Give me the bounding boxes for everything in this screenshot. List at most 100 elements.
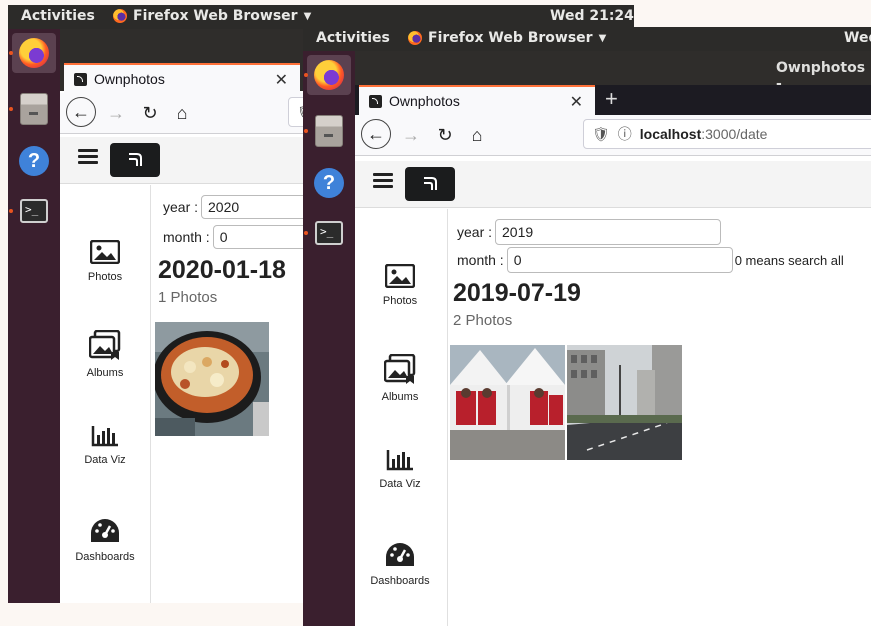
sidebar-item-photos[interactable]: Photos (355, 263, 445, 307)
dock-files[interactable] (307, 111, 351, 151)
dock-firefox[interactable] (307, 55, 351, 95)
dock-firefox[interactable] (12, 33, 56, 73)
sidebar-item-label: Albums (381, 391, 419, 403)
photo-thumbnail[interactable] (450, 345, 565, 460)
close-tab-icon[interactable]: ✕ (570, 92, 583, 112)
new-tab-icon[interactable]: + (605, 86, 618, 112)
photo-thumbnail[interactable] (155, 322, 269, 436)
firefox-icon (314, 60, 344, 90)
sidebar-item-dashboards[interactable]: Dashboards (355, 542, 445, 587)
date-heading: 2019-07-19 (453, 279, 581, 307)
firefox-icon (408, 31, 422, 45)
sidebar-item-label: Data Viz (379, 478, 421, 490)
reload-button[interactable]: ↻ (431, 121, 459, 149)
caret-down-icon: ▼ (598, 32, 607, 44)
sidebar-item-data-viz[interactable]: Data Viz (355, 449, 445, 490)
running-indicator (9, 209, 13, 213)
app-menu[interactable]: Firefox Web Browser ▼ (113, 8, 311, 24)
sidebar-item-label: Dashboards (370, 575, 430, 587)
year-input[interactable] (495, 219, 722, 245)
nav-bar: ← → ↻ ⌂ 🛡 ⓘ localhost:3000/date (355, 115, 871, 156)
sidebar-item-label: Data Viz (84, 454, 126, 466)
sidebar-item-albums[interactable]: Albums (60, 329, 150, 379)
app-menu[interactable]: Firefox Web Browser ▼ (408, 30, 606, 46)
terminal-icon: >_ (315, 221, 343, 245)
month-row: month : 0 means search all (457, 247, 844, 273)
dock-files[interactable] (12, 89, 56, 129)
tab-title: Ownphotos (94, 71, 165, 87)
app-header (355, 161, 871, 208)
dashboard-icon (386, 543, 414, 566)
gnome-top-bar: Activities Firefox Web Browser ▼ Wed 21:2… (8, 5, 634, 29)
month-input[interactable] (506, 247, 733, 273)
year-label: year : (163, 199, 199, 215)
bar-chart-icon (386, 450, 413, 471)
app-name: Firefox Web Browser (428, 30, 593, 46)
photo-count: 1 Photos (158, 289, 218, 306)
forward-button: → (107, 102, 125, 123)
screenshot-front: Activities Firefox Web Browser ▼ Wed ? >_… (303, 27, 871, 626)
sidebar-item-label: Photos (87, 271, 123, 283)
albums-icon (383, 353, 416, 384)
caret-down-icon: ▼ (303, 10, 312, 22)
bar-chart-icon (91, 426, 118, 447)
clock[interactable]: Wed 21:24 (550, 8, 634, 24)
dock: ? >_ (303, 51, 355, 626)
sidebar-item-photos[interactable]: Photos (60, 239, 150, 283)
running-indicator (304, 73, 308, 77)
url-text: localhost:3000/date (639, 126, 768, 142)
hamburger-menu-icon[interactable] (373, 173, 393, 189)
dock-terminal[interactable]: >_ (12, 191, 56, 231)
running-indicator (9, 107, 13, 111)
back-button[interactable]: ← (66, 97, 96, 127)
dock-terminal[interactable]: >_ (307, 213, 351, 253)
dock-help[interactable]: ? (307, 163, 351, 203)
ownphotos-logo[interactable] (110, 143, 160, 177)
activities-button[interactable]: Activities (21, 8, 95, 24)
photo-count: 2 Photos (453, 312, 513, 329)
tab-ownphotos[interactable]: Ownphotos ✕ (359, 85, 595, 115)
dock-help[interactable]: ? (12, 141, 56, 181)
firefox-icon (19, 38, 49, 68)
clock[interactable]: Wed (844, 30, 871, 46)
shield-icon: 🛡 (592, 125, 610, 142)
sidebar-item-label: Photos (382, 295, 418, 307)
albums-icon (88, 329, 121, 360)
close-tab-icon[interactable]: ✕ (275, 70, 288, 90)
photo-thumbnail[interactable] (567, 345, 682, 460)
forward-button: → (402, 124, 420, 145)
sidebar-item-albums[interactable]: Albums (355, 353, 445, 403)
hamburger-menu-icon[interactable] (78, 149, 98, 165)
month-label: month : (457, 252, 504, 268)
year-row: year : (163, 195, 322, 219)
dock: ? >_ (8, 29, 60, 603)
dashboard-icon (91, 519, 119, 542)
reload-button[interactable]: ↻ (136, 99, 164, 127)
back-button[interactable]: ← (361, 119, 391, 149)
sidebar-item-label: Albums (86, 367, 124, 379)
activities-button[interactable]: Activities (316, 30, 390, 46)
help-icon: ? (19, 146, 49, 176)
terminal-icon: >_ (20, 199, 48, 223)
year-label: year : (457, 224, 493, 240)
running-indicator (304, 231, 308, 235)
sidebar-item-data-viz[interactable]: Data Viz (60, 425, 150, 466)
date-heading: 2020-01-18 (158, 256, 286, 284)
firefox-icon (113, 9, 127, 23)
info-icon: ⓘ (617, 126, 632, 142)
sidebar-item-dashboards[interactable]: Dashboards (60, 518, 150, 563)
sidebar-item-label: Dashboards (75, 551, 135, 563)
home-button[interactable]: ⌂ (168, 99, 196, 127)
url-bar[interactable]: 🛡 ⓘ localhost:3000/date (583, 119, 871, 149)
tab-ownphotos[interactable]: Ownphotos ✕ (64, 63, 300, 93)
window-titlebar[interactable]: Ownphotos - (355, 51, 871, 92)
ownphotos-logo[interactable] (405, 167, 455, 201)
ownphotos-favicon (74, 72, 87, 86)
files-icon (20, 93, 48, 125)
running-indicator (9, 51, 13, 55)
app-name: Firefox Web Browser (133, 8, 298, 24)
month-hint: 0 means search all (734, 252, 844, 268)
home-button[interactable]: ⌂ (463, 121, 491, 149)
gnome-top-bar: Activities Firefox Web Browser ▼ Wed (303, 27, 871, 51)
photo-icon (384, 263, 416, 289)
